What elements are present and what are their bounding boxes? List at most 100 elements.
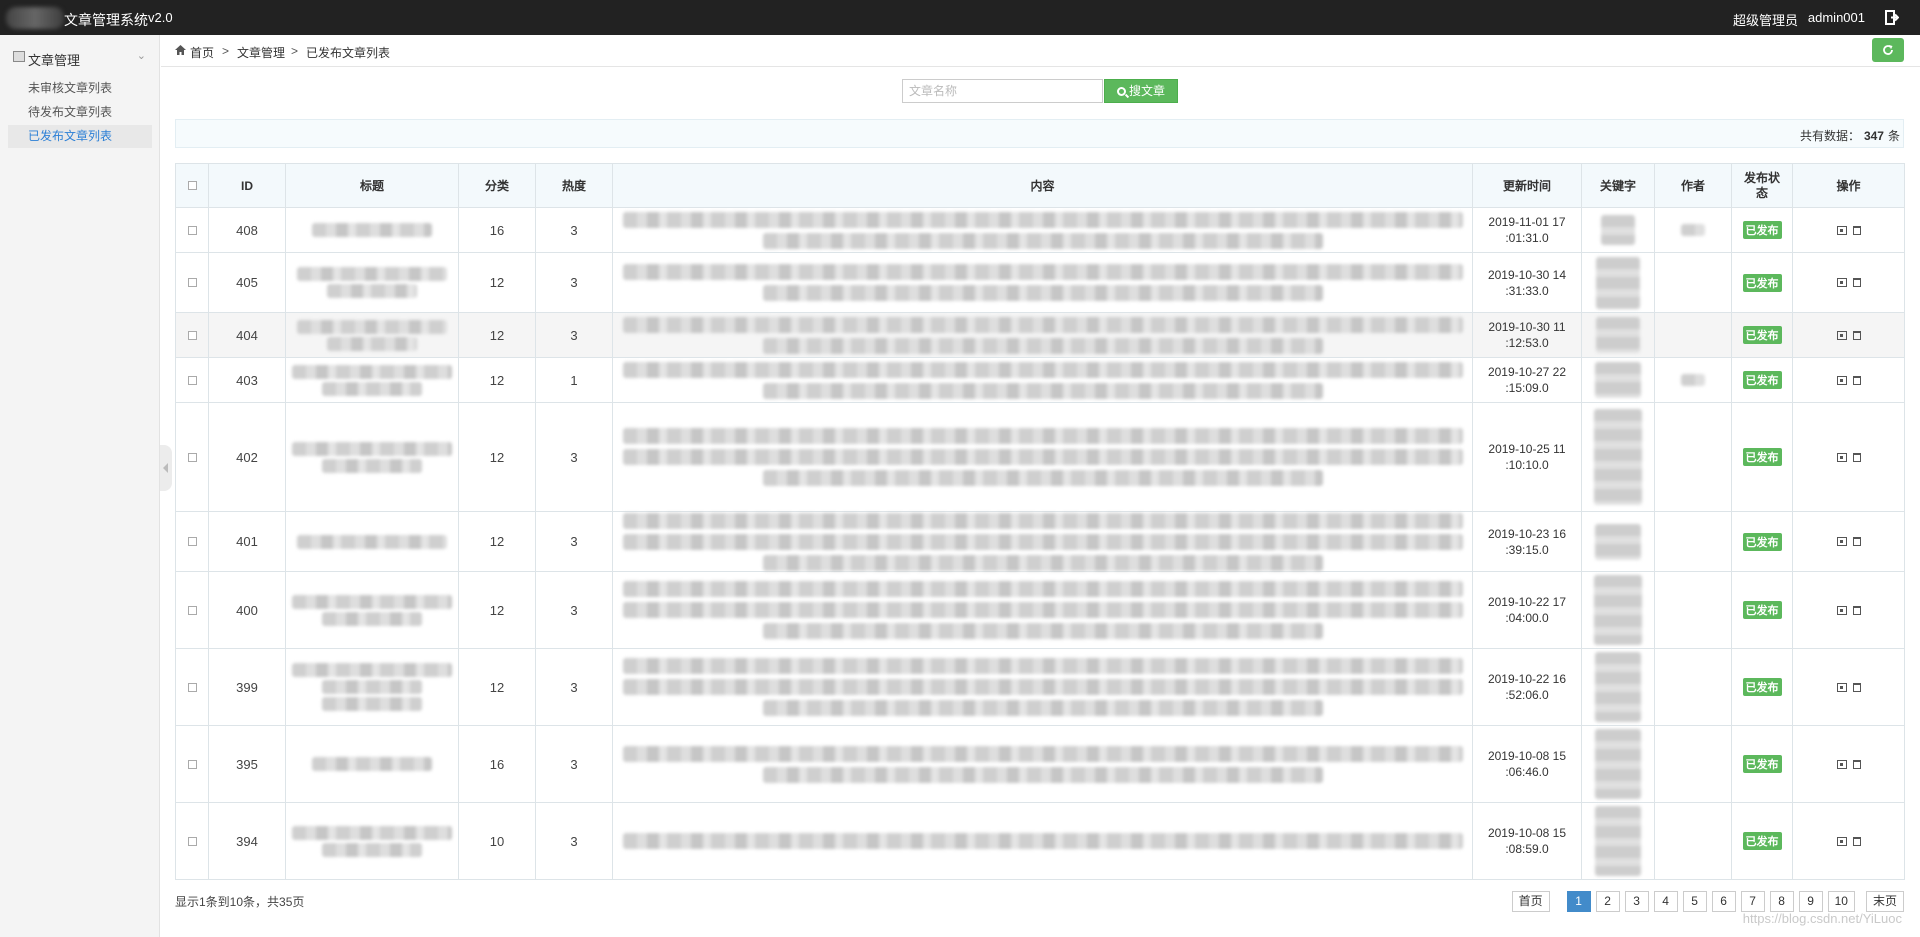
edit-icon[interactable]	[1836, 330, 1847, 340]
edit-icon[interactable]	[1836, 375, 1847, 385]
sidebar-menu-article-management[interactable]: 文章管理 ⌄	[0, 45, 160, 71]
col-header-title[interactable]: 标题	[285, 163, 459, 208]
table-row[interactable]: 394 10 3 2019-10-08 15:08:59.0 已发布	[175, 802, 1905, 880]
col-header-category[interactable]: 分类	[458, 163, 536, 208]
row-checkbox[interactable]	[187, 375, 197, 385]
pagination-page[interactable]: 5	[1682, 891, 1707, 912]
pagination-page[interactable]: 6	[1711, 891, 1736, 912]
pagination-page[interactable]: 8	[1769, 891, 1794, 912]
updated-time: 2019-10-22 16:52:06.0	[1473, 671, 1581, 703]
cell-keyword	[1581, 252, 1655, 313]
table-row[interactable]: 402 12 3 2019-10-25 11:10:10.0 已发布	[175, 402, 1905, 512]
col-header-updated[interactable]: 更新时间	[1472, 163, 1582, 208]
pagination-page[interactable]: 3	[1624, 891, 1649, 912]
row-checkbox[interactable]	[187, 605, 197, 615]
redacted-title-line	[327, 336, 417, 351]
updated-time-line1: 2019-10-08 15	[1487, 749, 1567, 763]
select-all-checkbox[interactable]	[187, 180, 197, 190]
sidebar-item-unreviewed[interactable]: 未审核文章列表	[8, 77, 152, 100]
row-checkbox[interactable]	[187, 278, 197, 287]
pagination-page[interactable]: 1	[1566, 891, 1591, 912]
status-badge: 已发布	[1742, 273, 1782, 292]
breadcrumb-home[interactable]: 首页	[190, 44, 214, 61]
trash-icon[interactable]	[1852, 759, 1861, 769]
trash-icon[interactable]	[1852, 375, 1861, 385]
edit-icon[interactable]	[1836, 537, 1847, 546]
col-header-author[interactable]: 作者	[1654, 163, 1732, 208]
edit-icon[interactable]	[1836, 605, 1847, 615]
row-checkbox[interactable]	[187, 452, 197, 462]
table-row[interactable]: 403 12 1 2019-10-27 22:15:09.0 已发布	[175, 357, 1905, 403]
table-row[interactable]: 408 16 3 2019-11-01 17:01:31.0 已发布	[175, 207, 1905, 253]
table-row[interactable]: 404 12 3 2019-10-30 11:12:53.0 已发布	[175, 312, 1905, 358]
col-header-hot[interactable]: 热度	[535, 163, 613, 208]
trash-icon[interactable]	[1852, 278, 1861, 287]
table-row[interactable]: 405 12 3 2019-10-30 14:31:33.0 已发布	[175, 252, 1905, 313]
cell-id: 405	[208, 252, 286, 313]
updated-time-line1: 2019-10-22 17	[1487, 595, 1567, 609]
row-checkbox[interactable]	[187, 537, 197, 546]
edit-icon[interactable]	[1836, 225, 1847, 235]
row-checkbox[interactable]	[187, 836, 197, 846]
redacted-author	[1681, 224, 1705, 236]
search-button[interactable]: 搜文章	[1104, 79, 1178, 103]
redacted-title-line	[322, 611, 422, 626]
edit-icon[interactable]	[1836, 759, 1847, 769]
edit-icon[interactable]	[1836, 452, 1847, 462]
row-checkbox[interactable]	[187, 225, 197, 235]
updated-time: 2019-11-01 17:01:31.0	[1473, 214, 1581, 246]
pagination-page[interactable]: 2	[1595, 891, 1620, 912]
edit-icon[interactable]	[1836, 836, 1847, 846]
trash-icon[interactable]	[1852, 225, 1861, 235]
pagination-page[interactable]: 7	[1740, 891, 1765, 912]
edit-icon[interactable]	[1836, 278, 1847, 287]
redacted-content-line	[762, 232, 1323, 249]
table-row[interactable]: 399 12 3 2019-10-22 16:52:06.0 已发布	[175, 648, 1905, 726]
col-header-content[interactable]: 内容	[612, 163, 1473, 208]
breadcrumb-section[interactable]: 文章管理	[237, 44, 285, 61]
trash-icon[interactable]	[1852, 330, 1861, 340]
user-name[interactable]: admin001	[1808, 10, 1865, 25]
pagination: 首页 1 2 3 4 5 6 7 8 9 10 末页	[1511, 891, 1904, 912]
sidebar-collapse-handle[interactable]	[160, 445, 172, 491]
table-row[interactable]: 395 16 3 2019-10-08 15:06:46.0 已发布	[175, 725, 1905, 803]
cell-updated: 2019-10-08 15:06:46.0	[1472, 725, 1582, 803]
pagination-page[interactable]: 4	[1653, 891, 1678, 912]
trash-icon[interactable]	[1852, 537, 1861, 546]
pagination-first[interactable]: 首页	[1511, 891, 1550, 912]
pagination-last[interactable]: 末页	[1865, 891, 1904, 912]
row-checkbox[interactable]	[187, 330, 197, 340]
pagination-page[interactable]: 10	[1827, 891, 1855, 912]
cell-actions	[1792, 571, 1905, 649]
record-count: 共有数据： 347 条	[1799, 129, 1900, 143]
col-header-status[interactable]: 发布状态	[1731, 163, 1793, 208]
cell-hot: 3	[535, 402, 613, 512]
trash-icon[interactable]	[1852, 452, 1861, 462]
trash-icon[interactable]	[1852, 605, 1861, 615]
redacted-content-line	[762, 470, 1323, 486]
status-badge: 已发布	[1742, 755, 1782, 773]
updated-time-line1: 2019-10-30 14	[1487, 267, 1567, 282]
row-checkbox[interactable]	[187, 682, 197, 692]
col-header-id[interactable]: ID	[208, 163, 286, 208]
redacted-content-line	[622, 602, 1463, 618]
table-row[interactable]: 400 12 3 2019-10-22 17:04:00.0 已发布	[175, 571, 1905, 649]
sidebar-item-published[interactable]: 已发布文章列表	[8, 125, 152, 148]
trash-icon[interactable]	[1852, 836, 1861, 846]
table-row[interactable]: 401 12 3 2019-10-23 16:39:15.0 已发布	[175, 511, 1905, 572]
row-checkbox[interactable]	[187, 759, 197, 769]
pagination-page[interactable]: 9	[1798, 891, 1823, 912]
trash-icon[interactable]	[1852, 682, 1861, 692]
cell-author	[1654, 511, 1732, 572]
edit-icon[interactable]	[1836, 682, 1847, 692]
summary-bar: 共有数据： 347 条	[175, 119, 1904, 148]
logout-icon[interactable]	[1885, 10, 1899, 25]
cell-updated: 2019-10-30 14:31:33.0	[1472, 252, 1582, 313]
search-input[interactable]	[902, 79, 1103, 103]
sidebar-item-pending[interactable]: 待发布文章列表	[8, 101, 152, 124]
cell-category: 12	[458, 571, 536, 649]
cell-status: 已发布	[1731, 312, 1793, 358]
cell-category: 12	[458, 312, 536, 358]
refresh-button[interactable]	[1872, 38, 1904, 62]
col-header-keyword[interactable]: 关键字	[1581, 163, 1655, 208]
